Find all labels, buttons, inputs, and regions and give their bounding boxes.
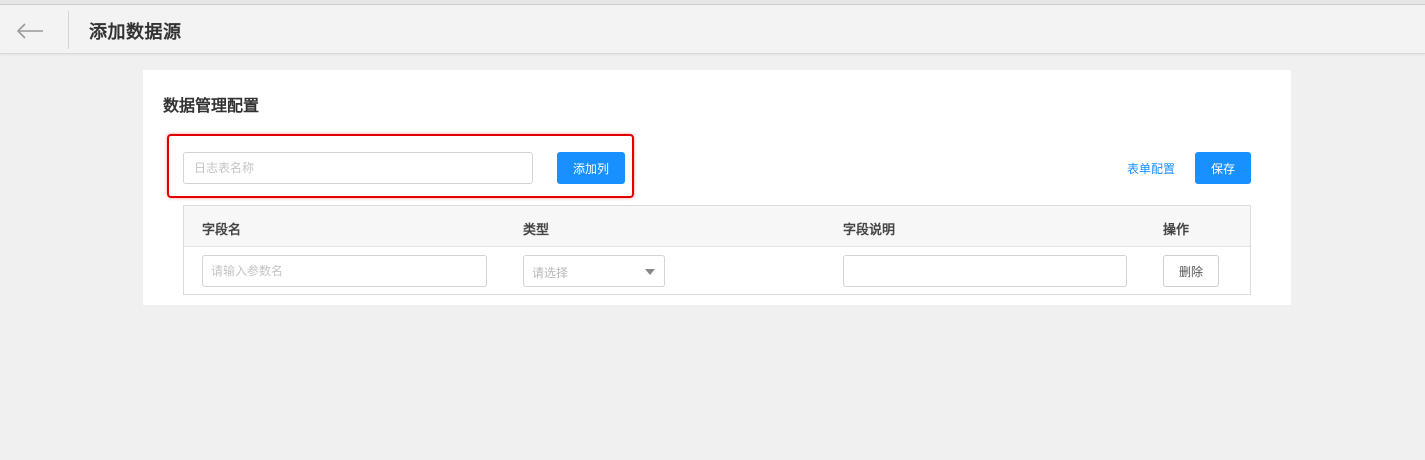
form-config-link[interactable]: 表单配置 [1127,160,1175,177]
column-header-field-name: 字段名 [202,222,242,237]
field-name-input[interactable] [202,255,487,287]
arrow-left-icon [16,23,43,39]
config-card: 数据管理配置 添加列 表单配置 保存 字段名 类型 字段说明 操作 请选择 删除 [143,70,1291,305]
column-header-actions: 操作 [1163,222,1190,237]
page-title: 添加数据源 [89,22,182,42]
section-title: 数据管理配置 [163,98,260,115]
column-header-type: 类型 [523,222,550,237]
delete-button[interactable]: 删除 [1163,255,1219,287]
table-row: 请选择 删除 [184,247,1250,294]
fields-table: 字段名 类型 字段说明 操作 请选择 删除 [183,205,1251,295]
add-column-button[interactable]: 添加列 [557,152,625,184]
page-header: 添加数据源 [0,5,1425,54]
save-button[interactable]: 保存 [1195,152,1251,184]
type-select[interactable]: 请选择 [523,255,665,287]
log-table-name-input[interactable] [183,152,533,184]
back-button[interactable] [14,16,48,44]
column-header-description: 字段说明 [843,222,896,237]
caret-down-icon [645,269,655,275]
header-divider [68,11,69,49]
type-select-placeholder: 请选择 [532,266,569,280]
field-description-input[interactable] [843,255,1127,287]
table-header: 字段名 类型 字段说明 操作 [184,206,1250,247]
